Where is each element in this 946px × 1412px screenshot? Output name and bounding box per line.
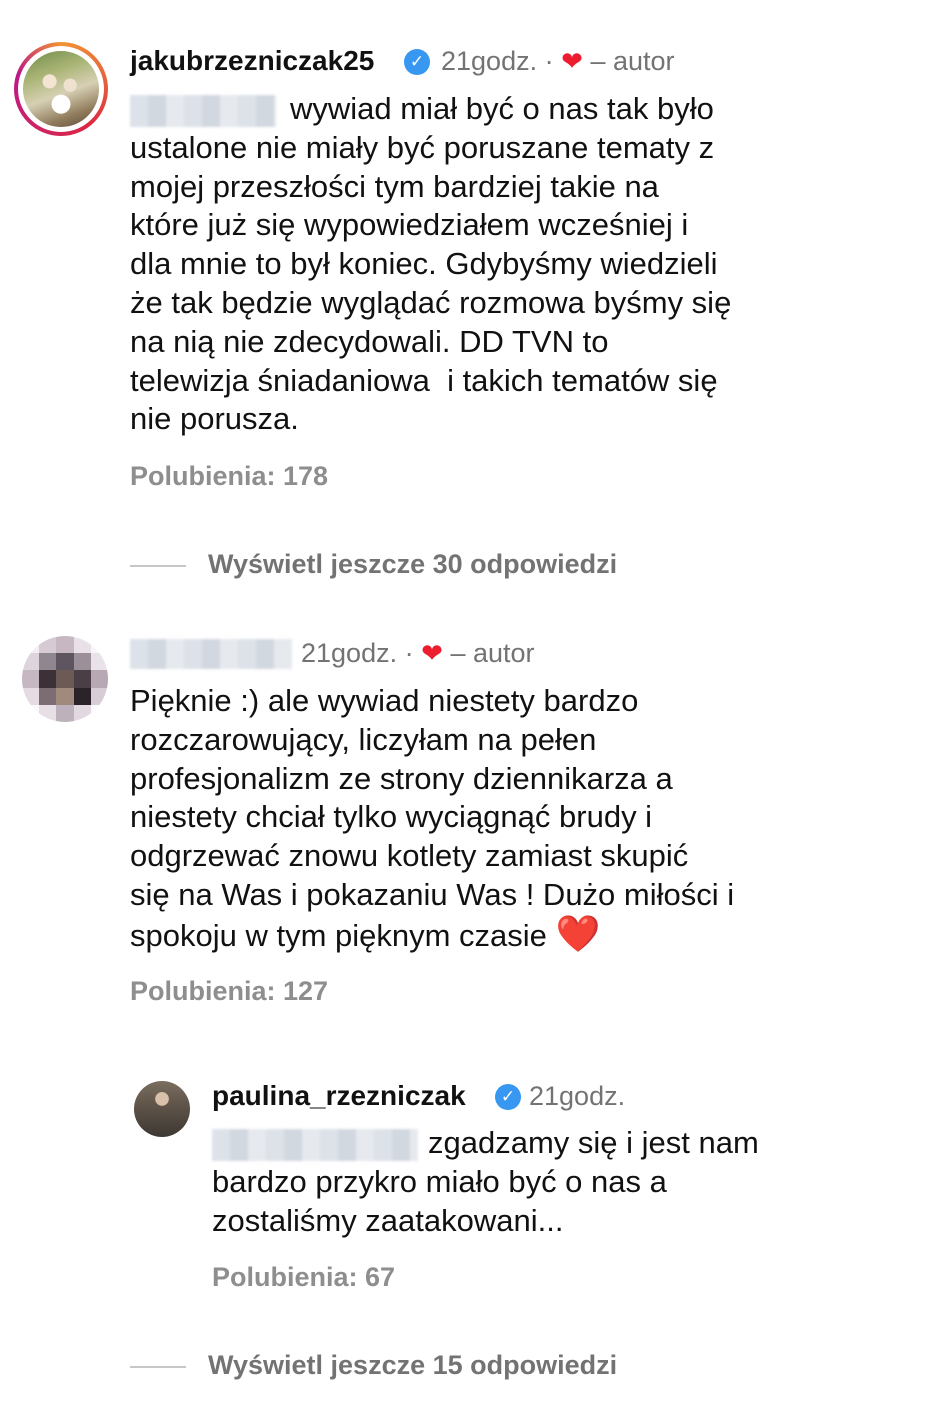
comment-line: się na Was i pokazaniu Was ! Dużo miłośc… <box>130 876 735 912</box>
view-more-replies-button[interactable]: Wyświetl jeszcze 30 odpowiedzi <box>208 549 617 580</box>
blurred-username-block <box>130 639 292 669</box>
comment-line: Pięknie :) ale wywiad niestety bardzo <box>130 683 639 718</box>
reply-line: bardzo przykro miało być o nas a <box>212 1163 667 1199</box>
heart-icon: ❤ <box>561 46 583 76</box>
avatar-blurred[interactable] <box>22 636 108 722</box>
likes-count[interactable]: Polubienia: 178 <box>130 461 328 492</box>
view-replies-line <box>130 565 186 567</box>
comment-time: 21godz. <box>301 638 398 668</box>
comment-line: rozczarowujący, liczyłam na pełen <box>130 721 597 757</box>
comment-text: Pięknie :) ale wywiad niestety bardzo roz… <box>130 682 734 956</box>
meta-separator: · <box>404 638 414 668</box>
reply-line: zostaliśmy zaatakowani... <box>212 1202 564 1238</box>
comment-username[interactable]: jakubrzezniczak25 <box>130 45 374 77</box>
comment-line: wywiad miał być o nas tak było <box>290 91 714 126</box>
comment-line: które już się wypowiedziałem wcześniej i <box>130 207 689 243</box>
comment-line: profesjonalizm ze strony dziennikarza a <box>130 760 673 796</box>
blurred-username[interactable] <box>130 639 292 669</box>
blurred-mention <box>212 1128 418 1161</box>
author-like-label: – autor <box>450 638 535 668</box>
comment-line: na nią nie zdecydowali. DD TVN to <box>130 323 609 359</box>
reply-time: 21godz. <box>529 1081 626 1111</box>
comment-line: dla mnie to był koniec. Gdybyśmy wiedzie… <box>130 246 718 282</box>
comment-line: odgrzewać znowu kotlety zamiast skupić <box>130 838 689 874</box>
heart-icon: ❤ <box>421 638 443 668</box>
comment-time: 21godz. <box>441 46 538 76</box>
avatar-jakubrzezniczak25 <box>23 51 99 127</box>
blurred-mention <box>130 94 276 127</box>
red-heart-emoji-icon: ❤️ <box>555 912 601 954</box>
avatar-paulina_rzezniczak[interactable] <box>134 1081 190 1137</box>
comment-line: nie porusza. <box>130 401 299 437</box>
view-more-replies-button[interactable]: Wyświetl jeszcze 15 odpowiedzi <box>208 1350 617 1381</box>
comment-line: że tak będzie wyglądać rozmowa byśmy się <box>130 284 732 320</box>
comment-line: ustalone nie miały być poruszane tematy … <box>130 129 715 165</box>
verified-badge-icon: ✓ <box>404 49 430 75</box>
comment-meta: 21godz. · ❤ – autor <box>441 46 675 77</box>
avatar-ring-inner <box>18 46 104 132</box>
comment-line: spokoju w tym pięknym czasie <box>130 917 547 953</box>
avatar-story-ring[interactable] <box>14 42 108 136</box>
view-replies-line <box>130 1366 186 1368</box>
comment-line: mojej przeszłości tym bardziej takie na <box>130 168 659 204</box>
reply-username[interactable]: paulina_rzezniczak <box>212 1080 466 1112</box>
comment-line: niestety chciał tylko wyciągnąć brudy i <box>130 799 653 835</box>
author-like-label: – autor <box>590 46 675 76</box>
meta-separator: · <box>544 46 554 76</box>
reply-likes-count[interactable]: Polubienia: 67 <box>212 1262 395 1293</box>
reply-text: zgadzamy się i jest nam bardzo przykro mi… <box>212 1124 759 1240</box>
likes-count[interactable]: Polubienia: 127 <box>130 976 328 1007</box>
comment-meta: 21godz. · ❤ – autor <box>301 638 535 669</box>
comment-text: wywiad miał być o nas tak było ustalone n… <box>130 90 731 439</box>
reply-line: zgadzamy się i jest nam <box>428 1125 759 1160</box>
verified-badge-icon: ✓ <box>495 1084 521 1110</box>
comment-line: telewizja śniadaniowa i takich tematów s… <box>130 362 718 398</box>
